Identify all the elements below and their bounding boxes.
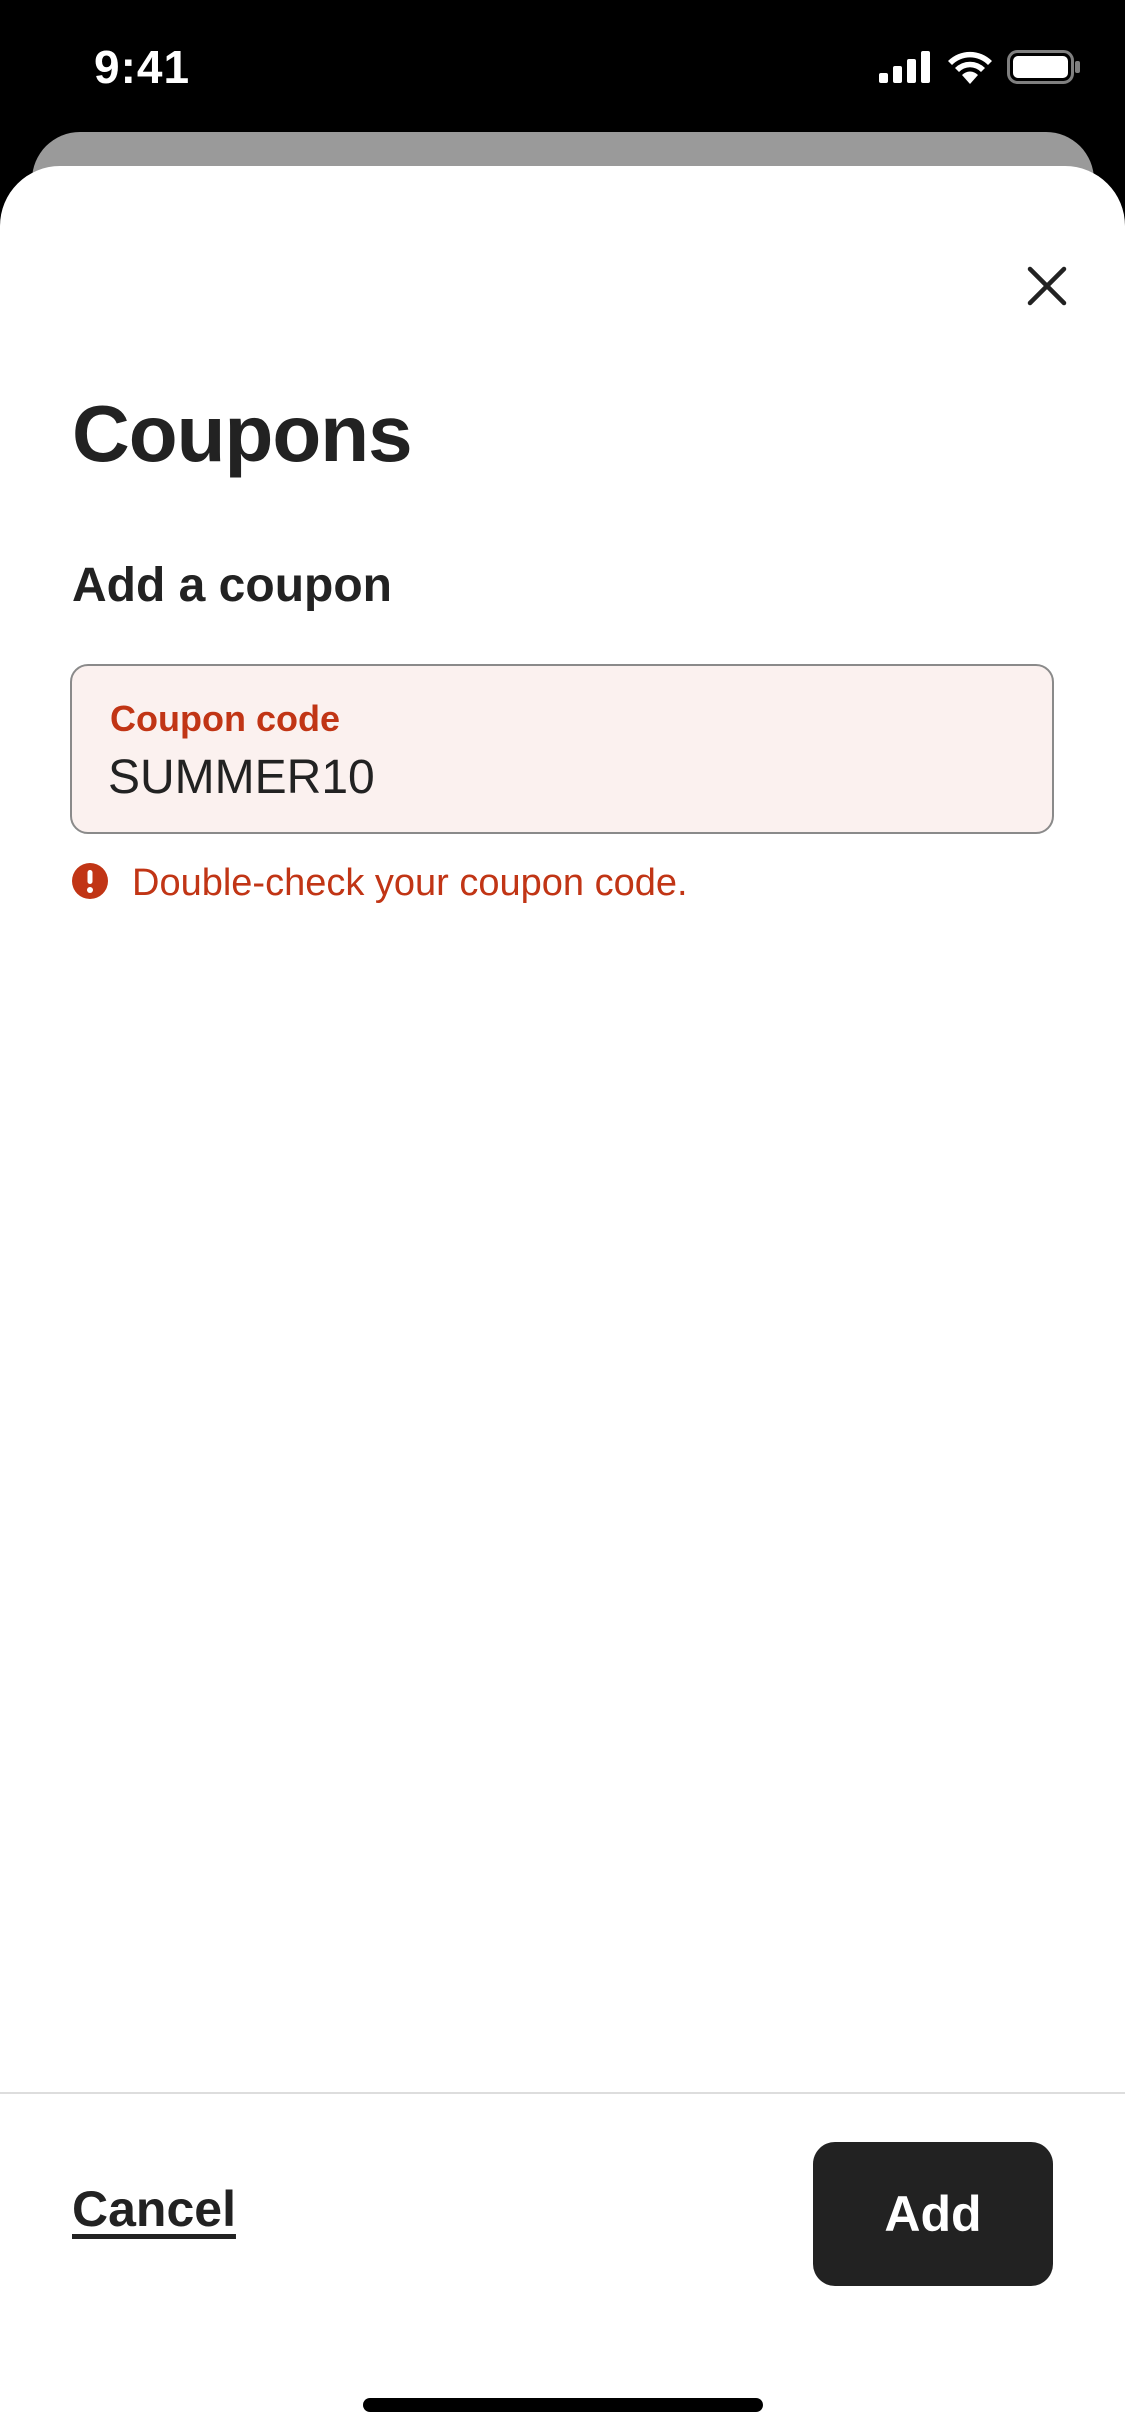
add-button[interactable]: Add: [813, 2142, 1053, 2286]
cellular-signal-icon: [879, 51, 933, 88]
coupons-sheet: Coupons Add a coupon Coupon code Double-…: [0, 166, 1125, 2436]
wifi-icon: [947, 50, 993, 89]
footer-divider: [0, 2092, 1125, 2094]
status-icons: [879, 50, 1081, 89]
page-title: Coupons: [72, 389, 413, 478]
status-bar: 9:41: [0, 0, 1125, 132]
close-icon: [1027, 266, 1067, 311]
error-message-row: Double-check your coupon code.: [72, 862, 688, 905]
section-title: Add a coupon: [72, 559, 392, 612]
coupon-code-field[interactable]: Coupon code: [70, 664, 1054, 834]
app-screen: 9:41 Coupons Add a coupon Coupon code SU…: [0, 0, 1125, 2436]
home-indicator: [363, 2398, 763, 2412]
coupon-code-label: Coupon code: [110, 698, 340, 739]
error-icon: [72, 863, 108, 904]
error-message: Double-check your coupon code.: [132, 862, 688, 904]
status-time: 9:41: [94, 41, 191, 93]
close-button[interactable]: [1009, 250, 1085, 326]
coupon-code-input[interactable]: [108, 746, 1008, 808]
cancel-button[interactable]: Cancel: [72, 2180, 236, 2238]
battery-icon: [1007, 50, 1081, 89]
